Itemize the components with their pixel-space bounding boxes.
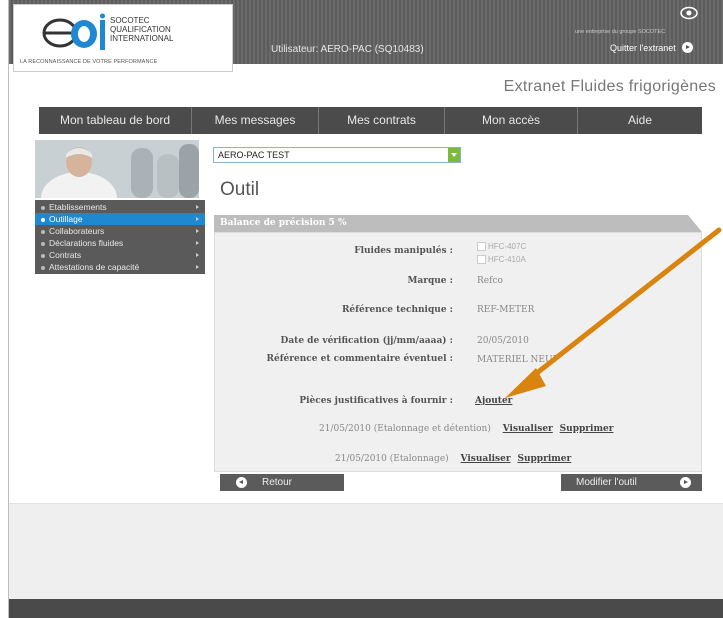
edit-tool-label: Modifier l'outil (576, 477, 637, 488)
bullet-icon (41, 229, 45, 234)
chevron-right-icon (196, 229, 199, 233)
eye-logo-icon (680, 6, 698, 20)
sidebar-photo (35, 140, 199, 198)
tool-details-panel: Fluides manipulés : HFC-407C HFC-410A Ma… (214, 232, 702, 472)
back-label: Retour (262, 477, 293, 488)
sqi-logo[interactable]: SOCOTEC QUALIFICATION INTERNATIONAL LA R… (13, 4, 233, 72)
technician-photo (35, 140, 199, 198)
fluids-label: Fluides manipulés : (354, 246, 453, 256)
checkbox-icon[interactable] (477, 255, 486, 264)
bullet-icon (41, 205, 45, 210)
brand-label: Marque : (407, 276, 453, 286)
view-document-link[interactable]: Visualiser (461, 454, 511, 464)
user-label: Utilisateur: AERO-PAC (SQ10483) (271, 44, 424, 55)
sidebar-item-outillage[interactable]: Outillage (35, 213, 205, 225)
add-document-link[interactable]: Ajouter (475, 396, 512, 406)
fluid-checkbox-2[interactable]: HFC-410A (477, 255, 526, 264)
reference-label: Référence technique : (341, 305, 453, 315)
sidebar-item-declarations[interactable]: Déclarations fluides (35, 237, 205, 249)
arrow-left-icon (236, 477, 247, 488)
panel-header-corner (688, 215, 702, 232)
menu-item-contracts[interactable]: Mes contrats (319, 107, 445, 134)
date-value: 20/05/2010 (477, 336, 529, 346)
sidebar-nav: Etablissements Outillage Collaborateurs … (35, 200, 205, 274)
reference-value: REF-METER (477, 305, 535, 315)
logo-tagline: LA RECONNAISSANCE DE VOTRE PERFORMANCE (20, 59, 158, 65)
sidebar-item-etablissements[interactable]: Etablissements (35, 201, 205, 213)
document-row: 21/05/2010 (Etalonnage) Visualiser Suppr… (335, 454, 571, 464)
view-document-link[interactable]: Visualiser (503, 424, 553, 434)
page-title: Outil (220, 179, 260, 200)
company-select[interactable]: AERO-PAC TEST (213, 147, 461, 163)
chevron-right-icon (196, 265, 199, 269)
chevron-down-icon[interactable] (448, 148, 460, 162)
date-label: Date de vérification (jj/mm/aaaa) : (280, 336, 453, 346)
bullet-icon (41, 253, 45, 258)
back-button[interactable]: Retour (220, 474, 344, 491)
sqi-logo-mark (42, 13, 105, 50)
document-description: 21/05/2010 (Etalonnage et détention) (319, 424, 491, 434)
edit-tool-button[interactable]: Modifier l'outil (561, 474, 702, 491)
checkbox-icon[interactable] (477, 242, 486, 251)
delete-document-link[interactable]: Supprimer (560, 424, 614, 434)
bullet-icon (41, 217, 45, 222)
comment-value: MATERIEL NEUF (477, 355, 559, 365)
chevron-right-icon (196, 217, 199, 221)
menu-item-help[interactable]: Aide (578, 107, 702, 134)
menu-item-dashboard[interactable]: Mon tableau de bord (39, 107, 192, 134)
page-frame: Utilisateur: AERO-PAC (SQ10483) une entr… (8, 0, 723, 618)
documents-label: Pièces justificatives à fournir : (299, 396, 453, 406)
quit-label: Quitter l'extranet (610, 42, 676, 53)
comment-label: Référence et commentaire éventuel : (266, 354, 453, 364)
company-select-value: AERO-PAC TEST (218, 150, 290, 160)
menu-item-messages[interactable]: Mes messages (192, 107, 319, 134)
sidebar-item-collaborateurs[interactable]: Collaborateurs (35, 225, 205, 237)
logo-name: SOCOTEC QUALIFICATION INTERNATIONAL (110, 16, 174, 43)
document-description: 21/05/2010 (Etalonnage) (335, 454, 449, 464)
tool-panel-header: Balance de précision 5 % (214, 215, 702, 232)
footer-bar (9, 599, 723, 618)
sidebar-item-contrats[interactable]: Contrats (35, 249, 205, 261)
chevron-right-icon (196, 241, 199, 245)
quit-extranet-link[interactable]: Quitter l'extranet (610, 42, 693, 53)
menu-item-access[interactable]: Mon accès (445, 107, 578, 134)
delete-document-link[interactable]: Supprimer (517, 454, 571, 464)
page-bottom-band (9, 503, 723, 600)
bullet-icon (41, 241, 45, 246)
chevron-right-icon (196, 205, 199, 209)
main-menu: Mon tableau de bord Mes messages Mes con… (39, 107, 702, 134)
arrow-right-icon (681, 42, 693, 53)
group-text: une entreprise du groupe SOCOTEC (575, 29, 666, 35)
sidebar-item-attestations[interactable]: Attestations de capacité (35, 261, 205, 273)
site-title: Extranet Fluides frigorigènes (503, 78, 716, 95)
bullet-icon (41, 265, 45, 270)
chevron-right-icon (196, 253, 199, 257)
brand-value: Refco (477, 276, 503, 286)
arrow-right-icon (680, 477, 691, 488)
fluid-checkbox-1[interactable]: HFC-407C (477, 242, 526, 251)
document-row: 21/05/2010 (Etalonnage et détention) Vis… (319, 424, 613, 434)
